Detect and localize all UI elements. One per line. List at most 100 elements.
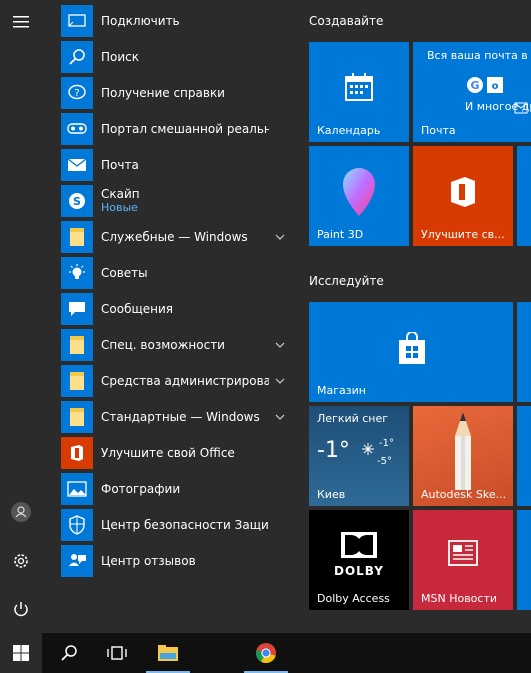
tile-partial[interactable]: [517, 302, 531, 402]
mail-provider-icons: G o: [467, 77, 503, 93]
power-button[interactable]: [0, 591, 42, 627]
chrome-button[interactable]: [244, 633, 288, 673]
chevron-down-icon: [275, 234, 285, 240]
tile-label: Dolby Access: [317, 592, 390, 605]
tile-label: Paint 3D: [317, 228, 364, 241]
svg-text:o: o: [492, 81, 499, 92]
tile-dolby-access[interactable]: DOLBY Dolby Access: [309, 510, 409, 610]
paint3d-icon: [343, 168, 375, 216]
tile-calendar[interactable]: Календарь: [309, 42, 409, 142]
tile-partial[interactable]: [517, 510, 531, 610]
connect-icon: [61, 5, 93, 37]
folder-icon: [61, 401, 93, 433]
app-feedback-hub[interactable]: Центр отзывов: [61, 545, 291, 577]
app-messaging[interactable]: Сообщения: [61, 293, 291, 325]
settings-button[interactable]: [0, 543, 42, 579]
store-bag-icon: [399, 332, 425, 364]
tile-label: Autodesk Ske...: [421, 488, 507, 501]
news-icon: [448, 540, 478, 566]
photos-icon: [61, 473, 93, 505]
app-search[interactable]: Поиск: [61, 41, 291, 73]
mixed-reality-icon: [61, 113, 93, 145]
tile-label: Магазин: [317, 384, 366, 397]
feedback-icon: [61, 545, 93, 577]
tile-office[interactable]: Улучшите св...: [413, 146, 513, 246]
mail-icon: [61, 149, 93, 181]
weather-low: -5°: [377, 456, 392, 467]
user-avatar-icon: [11, 502, 31, 522]
chevron-down-icon: [275, 414, 285, 420]
help-icon: ?: [61, 77, 93, 109]
calendar-icon: [345, 73, 373, 101]
search-icon: [61, 41, 93, 73]
chevron-down-icon: [275, 378, 285, 384]
app-tips[interactable]: Советы: [61, 257, 291, 289]
app-office[interactable]: Улучшите свой Office: [61, 437, 291, 469]
app-label: Советы: [101, 266, 148, 280]
hamburger-menu-button[interactable]: [0, 4, 42, 40]
tile-label: Улучшите св...: [421, 228, 505, 241]
messaging-icon: [61, 293, 93, 325]
svg-text:S: S: [73, 195, 81, 208]
tile-partial[interactable]: [517, 146, 531, 246]
tile-label: Киев: [317, 488, 346, 501]
app-label: Почта: [101, 158, 139, 172]
pencil-icon: [455, 412, 471, 490]
task-view-icon: [107, 646, 127, 660]
group-header-create: Создавайте: [309, 14, 384, 28]
app-label: Получение справки: [101, 86, 225, 100]
gear-icon: [14, 554, 28, 568]
app-label: Центр отзывов: [101, 554, 196, 568]
group-header-explore: Исследуйте: [309, 274, 384, 288]
tile-label: Почта: [421, 124, 456, 137]
app-mail[interactable]: Почта: [61, 149, 291, 181]
app-label: Спец. возможности: [101, 338, 225, 352]
tile-store[interactable]: Магазин: [309, 302, 513, 402]
task-view-button[interactable]: [96, 633, 138, 673]
tile-partial[interactable]: [517, 406, 531, 506]
power-icon: [14, 602, 28, 617]
app-folder-admin-tools[interactable]: Средства администрировани...: [61, 365, 291, 397]
folder-icon: [61, 365, 93, 397]
app-folder-windows-accessories[interactable]: Служебные — Windows: [61, 221, 291, 253]
app-label: Стандартные — Windows: [101, 410, 260, 424]
office-icon: [61, 437, 93, 469]
windows-logo-icon: [13, 645, 29, 661]
tile-autodesk-sketchbook[interactable]: Autodesk Ske...: [413, 406, 513, 506]
app-label: Улучшите свой Office: [101, 446, 235, 460]
tips-icon: [61, 257, 93, 289]
app-folder-standard-windows[interactable]: Стандартные — Windows: [61, 401, 291, 433]
envelope-icon: [514, 102, 528, 114]
app-label-block: Скайп Новые: [101, 187, 269, 215]
app-photos[interactable]: Фотографии: [61, 473, 291, 505]
tiles-area: Создавайте Календарь Вся ваша почта в од…: [292, 0, 531, 633]
file-explorer-button[interactable]: [146, 633, 190, 673]
app-folder-accessibility[interactable]: Спец. возможности: [61, 329, 291, 361]
app-list: Подключить Поиск ? Получение справки Пор…: [42, 0, 292, 633]
svg-text:?: ?: [74, 88, 79, 99]
app-get-help[interactable]: ? Получение справки: [61, 77, 291, 109]
tile-paint3d[interactable]: Paint 3D: [309, 146, 409, 246]
start-button[interactable]: [0, 633, 42, 673]
tile-msn-news[interactable]: MSN Новости: [413, 510, 513, 610]
google-icon: G: [467, 77, 483, 93]
app-label: Фотографии: [101, 482, 181, 496]
tile-mail[interactable]: Вся ваша почта в одном G o И многое друг…: [413, 42, 531, 142]
weather-condition: Легкий снег: [317, 412, 389, 425]
taskbar-search-button[interactable]: [48, 633, 90, 673]
folder-icon: [61, 329, 93, 361]
app-label: Служебные — Windows: [101, 230, 248, 244]
app-connect[interactable]: Подключить: [61, 5, 291, 37]
user-account-button[interactable]: [0, 494, 42, 530]
app-mixed-reality[interactable]: Портал смешанной реальности: [61, 113, 291, 145]
app-defender-security[interactable]: Центр безопасности Защитника...: [61, 509, 291, 541]
chrome-icon: [255, 643, 276, 664]
app-label: Поиск: [101, 50, 140, 64]
tile-weather[interactable]: Легкий снег -1° -1° -5° Киев: [309, 406, 409, 506]
app-label: Портал смешанной реальности: [101, 122, 269, 136]
app-skype[interactable]: S Скайп Новые: [61, 185, 291, 217]
file-explorer-icon: [158, 645, 178, 661]
tile-label: MSN Новости: [421, 592, 498, 605]
skype-icon: S: [61, 185, 93, 217]
start-rail: [0, 0, 42, 633]
